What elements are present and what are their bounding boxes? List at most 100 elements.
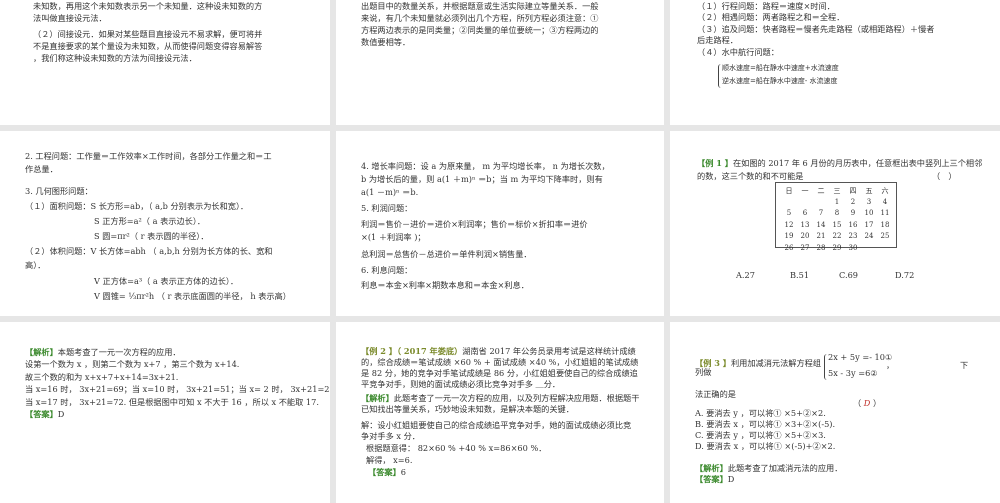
question-text: 湖南省 2017 年公务员录用考试是这样统计成绩 <box>462 346 636 356</box>
calendar-weekday: 二 <box>817 187 825 195</box>
text-line: 来说，有几个未知量就必须列出几个方程，所列方程必须注意：① <box>361 13 599 23</box>
calendar-day: 21 <box>816 232 826 240</box>
equation-2: 5x - 3y =6② <box>828 368 878 378</box>
calendar-day: 17 <box>864 220 874 229</box>
question-text: 在如图的 2017 年 6 月份的月历表中，任意框出表中竖列上三个相邻 <box>732 158 983 168</box>
slide-thumbnail-8[interactable]: 【例 2 】（ 2017 年娄底）湖南省 2017 年公务员录用考试是这样统计成… <box>336 322 664 503</box>
analysis-line: 【解析】本题考查了一元一次方程的应用． <box>25 347 181 357</box>
solution-line: 争对手多 x 分． <box>361 431 420 441</box>
calendar-weekday: 三 <box>833 187 841 195</box>
calendar-day: 28 <box>816 243 826 252</box>
calendar-day: 26 <box>784 243 794 252</box>
text-line: V 圆锥= ⅓πr²h （ r 表示底面圆的半径， h 表示高） <box>94 291 291 301</box>
answer-value: 6 <box>400 467 406 477</box>
example-line: 【例 3 】利用加减消元法解方程组 <box>695 358 821 368</box>
slide-thumbnail-3[interactable]: （１）行程问题：路程＝速度×时间． （２）相遇问题：两者路程之和＝全程． （３）… <box>670 0 1000 125</box>
option-a: A. 要消去 y ，可以将① ×5+②×2. <box>695 408 826 418</box>
calendar-weekday: 一 <box>801 187 809 195</box>
text-line: b 为增长后的量，则 a(1 ＋m)ⁿ ＝b；当 m 为平均下降率时，则有 <box>361 174 603 184</box>
analysis-line: 【解析】此题考查了加减消元法的应用． <box>695 463 842 473</box>
calendar-weekday: 五 <box>865 187 873 195</box>
answer-choice: D <box>863 398 871 408</box>
formula-line: 顺水速度=船在静水中速度+水流速度 <box>722 64 839 72</box>
answer-paren: （ ） <box>932 171 957 181</box>
text-line: 利润＝售价－进价＝进价×利润率；售价＝标价×折扣率＝进价 <box>361 219 588 229</box>
question-text: 的数，这三个数的和不可能是 <box>697 171 804 181</box>
calendar-day: 29 <box>832 243 842 252</box>
option-c: C.69 <box>839 270 858 280</box>
text-line: 出题目中的数量关系，并根据题意或生活实际建立等量关系．一般 <box>361 1 599 11</box>
analysis-line: 【解析】此题考查了一元一次方程的应用，以及列方程解决应用题．根据题干 <box>361 393 639 403</box>
text-line: 后走路程． <box>697 35 738 45</box>
solution-line: 解得， x=6. <box>366 455 413 465</box>
calendar-day: 10 <box>864 209 874 217</box>
option-d: D.72 <box>895 270 915 280</box>
option-d: D. 要消去 x ，可以将① ×(-5)+②×2. <box>695 441 836 451</box>
text-line: 3. 几何图形问题： <box>25 186 93 196</box>
example-line: 【例 1 】在如图的 2017 年 6 月份的月历表中，任意框出表中竖列上三个相… <box>697 158 982 168</box>
example-line: 【例 2 】（ 2017 年娄底）湖南省 2017 年公务员录用考试是这样统计成… <box>361 346 636 356</box>
text-line: 4. 增长率问题：设 a 为原来量， m 为平均增长率， n 为增长次数， <box>361 161 610 171</box>
example-tag: 【例 1 】 <box>697 158 733 168</box>
solution-line: 根据题意得： 82×60 % +40 % x=86×60 %． <box>366 443 547 453</box>
calendar-day: 11 <box>880 209 890 217</box>
calendar-day: 18 <box>880 220 890 229</box>
formula-line: 逆水速度=船在静水中速度- 水流速度 <box>722 77 838 85</box>
calendar-day: 19 <box>784 232 794 240</box>
calendar-day: 14 <box>816 220 826 229</box>
equation-1: 2x + 5y =- 10① <box>828 352 893 362</box>
text-line: S 圆=πr²（ r 表示圆的半径）． <box>94 231 209 241</box>
answer-value: D <box>57 409 65 419</box>
analysis-text: 本题考查了一元一次方程的应用． <box>57 347 181 357</box>
calendar-day: 5 <box>786 209 792 217</box>
text-line: 数值要相等． <box>361 37 411 47</box>
slide-thumbnail-1[interactable]: 未知数，再用这个未知数表示另一个未知量．这种设未知数的方 法叫做直接设元法． （… <box>0 0 330 125</box>
text-line: 未知数，再用这个未知数表示另一个未知量．这种设未知数的方 <box>33 1 263 11</box>
answer-tag: 【答案】 <box>695 474 728 484</box>
text-line: （１）面积问题：S 长方形=ab，（ a,b 分别表示为长和宽）． <box>25 201 249 211</box>
slide-thumbnail-5[interactable]: 4. 增长率问题：设 a 为原来量， m 为平均增长率， n 为增长次数， b … <box>336 131 664 316</box>
text-line: 的，综合成绩＝笔试成绩 ×60 % + 面试成绩 ×40 %，小红姐姐的笔试成绩 <box>361 357 639 367</box>
answer-paren: （ D ） <box>853 398 882 408</box>
slide-thumbnail-4[interactable]: 2. 工程问题：工作量＝工作效率×工作时间，各部分工作量之和＝工 作总量． 3.… <box>0 131 330 316</box>
analysis-text: 此题考查了加减消元法的应用． <box>727 463 843 473</box>
example-tag: 【例 2 】（ 2017 年娄底） <box>361 346 463 356</box>
calendar-day: 16 <box>848 220 858 229</box>
text-line: V 正方体=a³（ a 表示正方体的边长）． <box>94 276 239 286</box>
calendar-table: 日一二三四五六 1 2 3 4 5 6 7 8 9 10 11 12 13 14 15 16 17 18 19 20 21… <box>775 182 897 252</box>
calendar-day: 3 <box>866 197 872 206</box>
answer-tag: 【答案】 <box>368 467 401 477</box>
answer-value: D <box>727 474 735 484</box>
text-line: S 正方形=a²（ a 表示边长）． <box>94 216 206 226</box>
calendar-day: 7 <box>818 209 824 217</box>
calendar-weekday: 日 <box>785 187 793 195</box>
slide-thumbnail-7[interactable]: 【解析】本题考查了一元一次方程的应用． 设第一个数为 x ，则第二个数为 x+7… <box>0 322 330 503</box>
slide-thumbnail-9[interactable]: 【例 3 】利用加减消元法解方程组 列做 2x + 5y =- 10① 5x -… <box>670 322 1000 503</box>
text-line: 下 <box>960 360 969 370</box>
calendar-day: 27 <box>800 243 810 252</box>
text-line: （２）相遇问题：两者路程之和＝全程． <box>697 12 845 22</box>
text-line: 法叫做直接设元法． <box>33 13 107 23</box>
calendar-day: 23 <box>848 232 858 240</box>
solution-line: 解：设小红姐姐要使自己的综合成绩追平竞争对手，她的面试成绩必须比竞 <box>361 420 632 430</box>
text-line: 2. 工程问题：工作量＝工作效率×工作时间，各部分工作量之和＝工 <box>25 151 272 161</box>
option-b: B.51 <box>790 270 810 280</box>
text-line: ，我们称这种设未知数的方法为间接设元法． <box>33 53 197 63</box>
calendar-day: 30 <box>848 243 858 252</box>
option-c: C. 要消去 y ，可以将① ×5+②×3. <box>695 430 826 440</box>
text-line: 作总量． <box>25 164 58 174</box>
calendar-day: 25 <box>880 232 890 240</box>
calendar-weekday: 六 <box>881 187 889 195</box>
calendar-day: 1 <box>834 197 840 206</box>
text-line: 列做 <box>695 367 712 377</box>
text-line: 利息＝本金×利率×期数本息和＝本金×利息． <box>361 280 529 290</box>
question-text: 利用加减消元法解方程组 <box>730 358 822 368</box>
slide-thumbnail-2[interactable]: 出题目中的数量关系，并根据题意或生活实际建立等量关系．一般 来说，有几个未知量就… <box>336 0 664 125</box>
calendar-day: 13 <box>800 220 810 229</box>
answer-line: 【答案】D <box>695 474 734 484</box>
calendar-day: 15 <box>832 220 842 229</box>
slide-thumbnail-6[interactable]: 【例 1 】在如图的 2017 年 6 月份的月历表中，任意框出表中竖列上三个相… <box>670 131 1000 316</box>
analysis-text: 此题考查了一元一次方程的应用，以及列方程解决应用题．根据题干 <box>393 393 640 403</box>
text-line: 高）． <box>25 260 46 270</box>
analysis-tag: 【解析】 <box>695 463 728 473</box>
